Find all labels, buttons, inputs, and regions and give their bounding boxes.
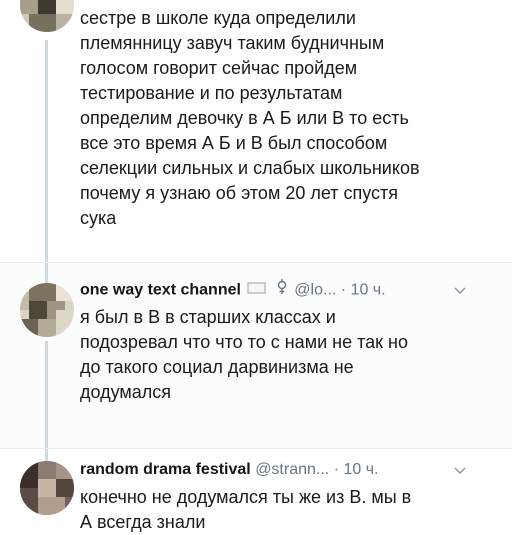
display-name[interactable]: one way text channel bbox=[80, 282, 241, 299]
tweet-text: сестре в школе куда определили племянниц… bbox=[80, 8, 420, 228]
thread-line bbox=[45, 40, 48, 262]
thread-line bbox=[45, 341, 48, 449]
thread-line bbox=[45, 449, 48, 461]
handle[interactable]: @lo... bbox=[294, 282, 336, 299]
chevron-down-icon[interactable] bbox=[454, 461, 466, 475]
handle[interactable]: @strann... bbox=[255, 461, 329, 478]
tweet-text: конечно не додумался ты же из В. мы в А … bbox=[80, 487, 412, 532]
separator-dot: · bbox=[340, 281, 347, 299]
avatar[interactable] bbox=[20, 283, 74, 337]
timestamp[interactable]: 10 ч. bbox=[351, 282, 386, 299]
gender-symbol-icon bbox=[276, 279, 288, 302]
thread-line bbox=[45, 263, 48, 283]
timestamp[interactable]: 10 ч. bbox=[343, 461, 378, 478]
tweet-2[interactable]: one way text channel @lo... · 10 ч. я бы… bbox=[0, 262, 512, 449]
chevron-down-icon[interactable] bbox=[454, 281, 466, 295]
separator-dot: · bbox=[333, 461, 340, 478]
tweet-3[interactable]: random drama festival @strann... · 10 ч.… bbox=[0, 448, 512, 535]
flag-icon bbox=[247, 280, 267, 302]
tweet-1[interactable]: сестре в школе куда определили племянниц… bbox=[0, 0, 512, 262]
avatar[interactable] bbox=[20, 461, 74, 515]
avatar[interactable] bbox=[20, 0, 74, 32]
tweet-header: one way text channel @lo... · 10 ч. bbox=[80, 279, 500, 301]
tweet-header: random drama festival @strann... · 10 ч. bbox=[80, 459, 500, 481]
display-name[interactable]: random drama festival bbox=[80, 461, 251, 478]
tweet-text: я был в В в старших классах и подозревал… bbox=[80, 307, 408, 402]
